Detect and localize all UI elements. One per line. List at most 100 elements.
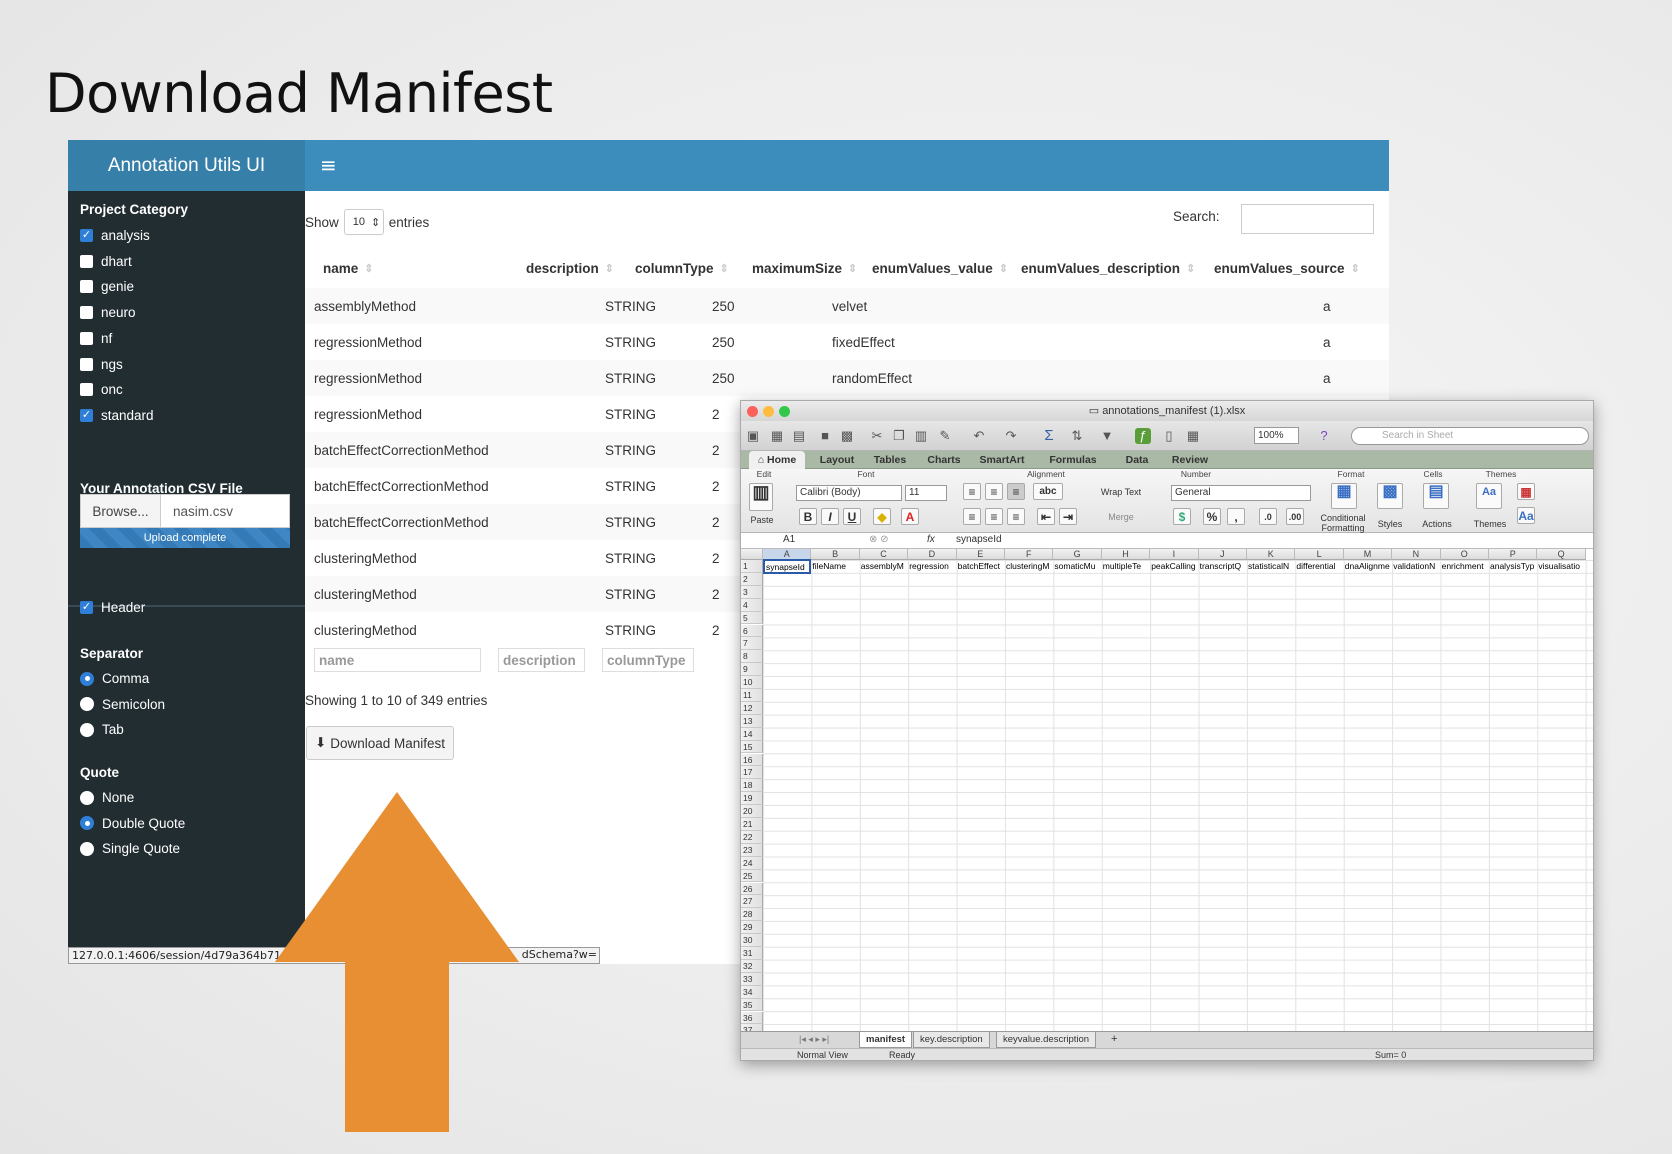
formula-cancel-icon[interactable]: ⊗ ⊘ xyxy=(869,534,889,545)
cut-icon[interactable]: ✂ xyxy=(869,428,885,444)
sheet-search-input[interactable]: Search in Sheet xyxy=(1351,427,1589,445)
row-header[interactable]: 21 xyxy=(741,818,763,831)
cell-A1[interactable]: synapseId xyxy=(763,559,812,574)
fx-icon[interactable]: fx xyxy=(927,534,935,545)
merge-button[interactable]: Merge xyxy=(1096,512,1146,522)
autosum-icon[interactable]: Σ xyxy=(1041,428,1057,444)
browse-button[interactable]: Browse... xyxy=(81,495,161,527)
ribbon-tab-data[interactable]: Data xyxy=(1115,451,1159,469)
column-header-enumValues_description[interactable]: enumValues_description ⇕ xyxy=(1021,251,1196,285)
category-checkbox-nf[interactable]: nf xyxy=(80,331,112,346)
cell-E1[interactable]: batchEffect xyxy=(957,560,1005,573)
quotes-radio-1[interactable]: Double Quote xyxy=(80,816,185,831)
radio-button[interactable] xyxy=(80,816,94,831)
ribbon-tab-smartart[interactable]: SmartArt xyxy=(973,451,1031,469)
spreadsheet-grid[interactable]: A B C D E F G H I J K L M N O P Q 1 2 3 4 5 6 7 8 9 10 11 12 13 14 15 16… xyxy=(741,549,1593,1038)
comma-icon[interactable]: , xyxy=(1227,508,1245,525)
cell-J1[interactable]: transcriptQ xyxy=(1199,560,1247,573)
fill-color-icon[interactable]: ◆ xyxy=(873,508,891,525)
sort-icon[interactable]: ⇕ xyxy=(605,262,614,275)
column-header-M[interactable]: M xyxy=(1343,549,1393,560)
row-header[interactable]: 18 xyxy=(741,779,763,793)
sheet-tab-key.description[interactable]: key.description xyxy=(913,1032,990,1048)
add-sheet-icon[interactable]: + xyxy=(1111,1033,1117,1045)
sheet-tab-manifest[interactable]: manifest xyxy=(859,1032,913,1048)
italic-icon[interactable]: I xyxy=(821,508,839,525)
close-button[interactable] xyxy=(747,406,758,417)
align-bottom-icon[interactable]: ≡ xyxy=(1007,483,1025,500)
currency-icon[interactable]: $ xyxy=(1173,508,1191,525)
ribbon-tab-review[interactable]: Review xyxy=(1165,451,1215,469)
column-header-F[interactable]: F xyxy=(1005,549,1054,560)
zoom-select[interactable]: 100% xyxy=(1254,427,1299,444)
table-row[interactable]: regressionMethod STRING 250 fixedEffect a xyxy=(305,324,1389,360)
sort-icon[interactable]: ⇕ xyxy=(364,262,373,275)
underline-icon[interactable]: U xyxy=(843,508,861,525)
column-filter-columnType[interactable]: columnType xyxy=(602,648,694,672)
row-header[interactable]: 26 xyxy=(741,882,763,896)
cell-P1[interactable]: analysisTyp xyxy=(1489,560,1537,573)
cell-L1[interactable]: differential xyxy=(1295,560,1343,573)
sort-icon[interactable]: ⇕ xyxy=(848,262,857,275)
column-header-B[interactable]: B xyxy=(811,549,860,560)
row-header[interactable]: 13 xyxy=(741,714,763,728)
row-header[interactable]: 22 xyxy=(741,830,763,844)
header-checkbox[interactable]: Header xyxy=(80,600,145,615)
cell-B1[interactable]: fileName xyxy=(811,560,859,573)
sort-icon[interactable]: ⇕ xyxy=(1351,262,1360,275)
row-header[interactable]: 14 xyxy=(741,727,763,741)
align-left-icon[interactable]: ≡ xyxy=(963,508,981,525)
hamburger-icon[interactable]: ≡ xyxy=(320,154,340,176)
seps-radio-1[interactable]: Semicolon xyxy=(80,697,165,712)
paste-icon[interactable]: ▥ xyxy=(913,428,929,444)
cell-I1[interactable]: peakCalling xyxy=(1150,560,1198,573)
category-checkbox-standard[interactable]: standard xyxy=(80,408,154,423)
checkbox[interactable] xyxy=(80,408,93,422)
row-header[interactable]: 12 xyxy=(741,701,763,715)
download-manifest-button[interactable]: ⬇ Download Manifest xyxy=(306,726,454,760)
cell-F1[interactable]: clusteringM xyxy=(1005,560,1053,573)
actions-icon[interactable]: ▤ xyxy=(1423,483,1449,509)
category-checkbox-onc[interactable]: onc xyxy=(80,382,123,397)
percent-icon[interactable]: % xyxy=(1203,508,1221,525)
column-header-D[interactable]: D xyxy=(908,549,957,560)
select-all-corner[interactable] xyxy=(741,549,763,560)
checkbox[interactable] xyxy=(80,357,93,371)
column-header-columnType[interactable]: columnType ⇕ xyxy=(635,251,735,285)
search-input[interactable] xyxy=(1241,204,1374,234)
themes-icon[interactable]: Aa xyxy=(1476,483,1502,509)
paste-big-icon[interactable]: ▥ xyxy=(749,483,773,511)
ribbon-tab-layout[interactable]: Layout xyxy=(813,451,861,469)
sheet-nav-arrows[interactable]: |◂ ◂ ▸ ▸| xyxy=(799,1034,829,1045)
row-header[interactable]: 29 xyxy=(741,921,763,935)
bold-icon[interactable]: B xyxy=(799,508,817,525)
cell-O1[interactable]: enrichment xyxy=(1441,560,1489,573)
file-input[interactable]: Browse... nasim.csv xyxy=(80,494,290,528)
category-checkbox-dhart[interactable]: dhart xyxy=(80,254,132,269)
checkbox[interactable] xyxy=(80,331,93,345)
column-header-G[interactable]: G xyxy=(1053,549,1102,560)
table-row[interactable]: regressionMethod STRING 250 randomEffect a xyxy=(305,360,1389,396)
row-header[interactable]: 19 xyxy=(741,792,763,806)
styles-icon[interactable]: ▩ xyxy=(1377,483,1403,509)
align-middle-icon[interactable]: ≡ xyxy=(985,483,1003,500)
function-icon[interactable]: ƒ xyxy=(1135,428,1151,444)
cell-H1[interactable]: multipleTe xyxy=(1102,560,1150,573)
cell-Q1[interactable]: visualisatio xyxy=(1537,560,1585,573)
align-top-icon[interactable]: ≡ xyxy=(963,483,981,500)
align-right-icon[interactable]: ≡ xyxy=(1007,508,1025,525)
conditional-formatting-icon[interactable]: ▦ xyxy=(1331,483,1357,509)
cell-K1[interactable]: statisticalN xyxy=(1247,560,1295,573)
page-size-select[interactable]: 10 ⇕ xyxy=(343,209,384,235)
row-header[interactable]: 16 xyxy=(741,753,763,767)
cell-M1[interactable]: dnaAlignme xyxy=(1344,560,1392,573)
decrease-decimal-icon[interactable]: .00 xyxy=(1286,508,1304,525)
theme-colors-icon[interactable]: ▦ xyxy=(1517,483,1535,500)
row-header[interactable]: 27 xyxy=(741,895,763,909)
theme-fonts-icon[interactable]: Aa xyxy=(1517,507,1535,524)
templates-icon[interactable]: ▦ xyxy=(769,428,785,444)
zoom-button[interactable] xyxy=(779,406,790,417)
column-header-E[interactable]: E xyxy=(956,549,1005,560)
row-header[interactable]: 15 xyxy=(741,740,763,754)
sort-icon[interactable]: ⇕ xyxy=(720,262,729,275)
